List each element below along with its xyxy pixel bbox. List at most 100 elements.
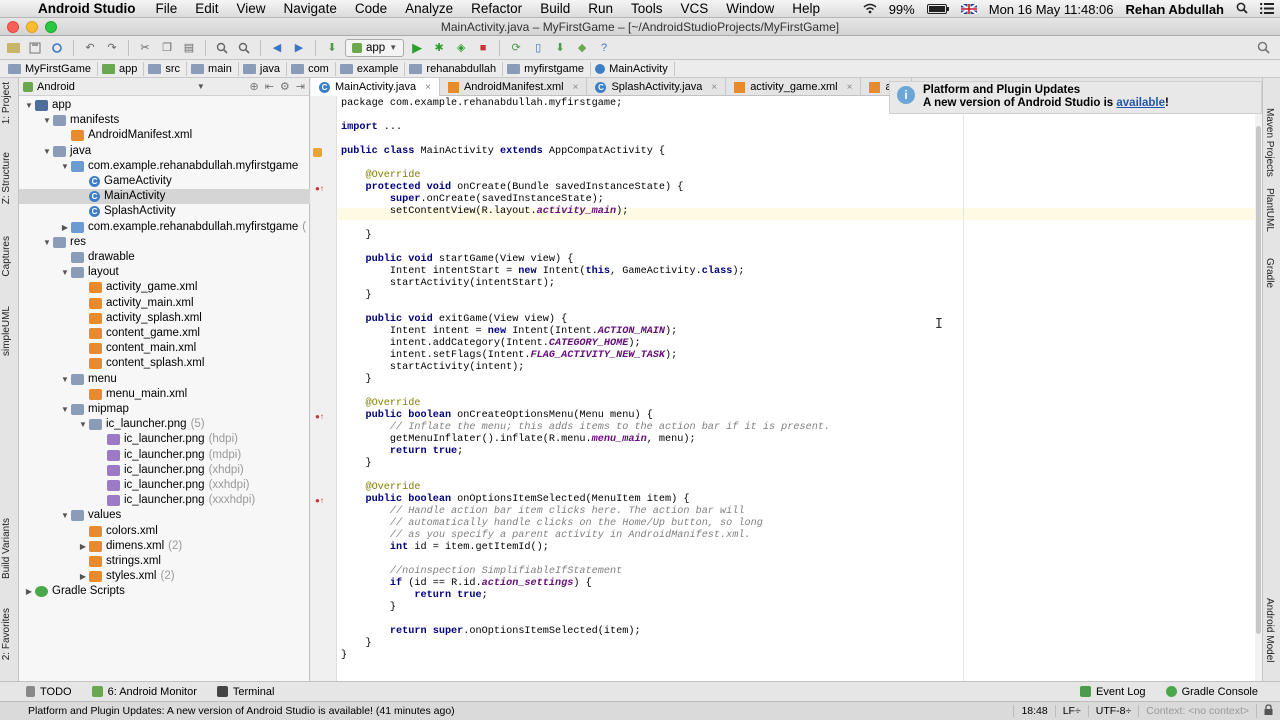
event-log-tool-button[interactable]: Event Log	[1070, 686, 1156, 698]
search-everywhere-icon[interactable]	[1254, 39, 1272, 57]
menu-edit[interactable]: Edit	[187, 1, 228, 16]
available-link[interactable]: available	[1116, 97, 1165, 109]
close-window-button[interactable]	[7, 21, 19, 33]
avd-manager-icon[interactable]: ▯	[529, 39, 547, 57]
open-folder-icon[interactable]	[4, 39, 22, 57]
close-tab-icon[interactable]: ×	[711, 82, 717, 93]
menu-analyze[interactable]: Analyze	[397, 1, 463, 16]
attach-debugger-icon[interactable]: ◈	[452, 39, 470, 57]
collapse-all-icon[interactable]: ⇤	[265, 80, 274, 93]
tree-item[interactable]: ▼ res	[19, 235, 86, 250]
tree-item[interactable]: ic_launcher.png (hdpi)	[19, 432, 238, 447]
forward-icon[interactable]: ▶	[290, 39, 308, 57]
tree-item[interactable]: C MainActivity	[19, 189, 310, 205]
chevron-down-icon[interactable]: ▼	[59, 265, 71, 280]
menu-file[interactable]: File	[147, 1, 187, 16]
tree-item[interactable]: ▶ styles.xml (2)	[19, 569, 175, 584]
menu-refactor[interactable]: Refactor	[463, 1, 532, 16]
chevron-right-icon[interactable]: ▶	[77, 539, 89, 554]
android-monitor-tool-button[interactable]: 6: Android Monitor	[82, 686, 207, 698]
close-tab-icon[interactable]: ×	[847, 82, 853, 93]
menu-run[interactable]: Run	[580, 1, 623, 16]
editor-tab[interactable]: C SplashActivity.java ×	[587, 78, 727, 96]
tool-tab-1-project[interactable]: 1: Project	[1, 82, 12, 124]
tree-item[interactable]: ▼ mipmap	[19, 402, 129, 417]
gear-icon[interactable]: ⚙	[280, 80, 290, 93]
scrollbar-thumb[interactable]	[1256, 126, 1261, 634]
menu-navigate[interactable]: Navigate	[276, 1, 347, 16]
tool-tab-plantuml[interactable]: PlantUML	[1264, 188, 1275, 232]
breadcrumb-item[interactable]: main	[187, 61, 239, 76]
breadcrumb-item[interactable]: rehanabdullah	[405, 61, 504, 76]
paste-icon[interactable]: ▤	[180, 39, 198, 57]
tree-item[interactable]: ic_launcher.png (xxhdpi)	[19, 478, 249, 493]
tree-item[interactable]: ic_launcher.png (mdpi)	[19, 448, 241, 463]
find-icon[interactable]	[213, 39, 231, 57]
tree-item[interactable]: drawable	[19, 250, 135, 265]
hide-panel-icon[interactable]: ⇥	[296, 80, 305, 93]
user-name[interactable]: Rehan Abdullah	[1120, 2, 1230, 17]
lock-icon[interactable]	[1256, 704, 1280, 718]
tool-tab-2-favorites[interactable]: 2: Favorites	[1, 608, 12, 660]
help-icon[interactable]: ?	[595, 39, 613, 57]
project-view-mode[interactable]: Android	[37, 81, 75, 93]
breadcrumb-item[interactable]: example	[336, 61, 406, 76]
app-menu[interactable]: Android Studio	[32, 1, 147, 16]
sync-icon[interactable]	[48, 39, 66, 57]
tool-tab-build-variants[interactable]: Build Variants	[1, 518, 12, 579]
override-gutter-icon[interactable]: ●↑	[315, 184, 324, 193]
chevron-down-icon[interactable]: ▼	[41, 235, 53, 250]
tree-item[interactable]: strings.xml	[19, 554, 161, 569]
editor-tab[interactable]: activity_game.xml ×	[726, 78, 862, 96]
tree-item[interactable]: AndroidManifest.xml	[19, 128, 192, 143]
tree-item[interactable]: activity_main.xml	[19, 296, 194, 311]
menu-tools[interactable]: Tools	[623, 1, 673, 16]
flag-icon[interactable]	[955, 2, 983, 17]
breadcrumb-item[interactable]: MyFirstGame	[4, 61, 98, 76]
chevron-right-icon[interactable]: ▶	[23, 584, 35, 599]
tree-item[interactable]: ▼ app	[19, 98, 71, 113]
tree-item[interactable]: ▼ java	[19, 144, 91, 159]
run-icon[interactable]: ▶	[408, 39, 426, 57]
menu-window[interactable]: Window	[718, 1, 784, 16]
battery-level[interactable]: 99%	[883, 2, 921, 17]
override-gutter-icon[interactable]: ●↑	[315, 496, 324, 505]
undo-icon[interactable]: ↶	[81, 39, 99, 57]
editor-scrollbar[interactable]	[1255, 96, 1262, 681]
chevron-down-icon[interactable]: ▼	[59, 372, 71, 387]
file-encoding[interactable]: UTF-8÷	[1087, 705, 1139, 717]
update-notification[interactable]: i Platform and Plugin Updates A new vers…	[889, 81, 1262, 114]
breadcrumb-item[interactable]: MainActivity	[591, 61, 675, 76]
context-indicator[interactable]: Context: <no context>	[1138, 705, 1256, 717]
tree-item[interactable]: activity_game.xml	[19, 280, 197, 295]
minimize-window-button[interactable]	[26, 21, 38, 33]
tree-item[interactable]: ic_launcher.png (xxxhdpi)	[19, 493, 255, 508]
chevron-down-icon[interactable]: ▼	[41, 144, 53, 159]
debug-icon[interactable]: ✱	[430, 39, 448, 57]
sync-gradle-icon[interactable]: ⟳	[507, 39, 525, 57]
tree-item[interactable]: ▼ manifests	[19, 113, 119, 128]
breadcrumb-item[interactable]: myfirstgame	[503, 61, 592, 76]
tree-item[interactable]: ▶ com.example.rehanabdullah.myfirstgame(	[19, 220, 306, 235]
tree-item[interactable]: ▼ ic_launcher.png (5)	[19, 417, 205, 432]
menu-view[interactable]: View	[229, 1, 276, 16]
chevron-down-icon[interactable]: ▼	[59, 159, 71, 174]
cut-icon[interactable]: ✂	[136, 39, 154, 57]
breadcrumb-item[interactable]: java	[239, 61, 288, 76]
breadcrumb-item[interactable]: app	[98, 61, 145, 76]
tree-item[interactable]: ▶ Gradle Scripts	[19, 584, 125, 599]
override-gutter-icon[interactable]: ●↑	[315, 412, 324, 421]
tool-tab-captures[interactable]: Captures	[1, 236, 12, 277]
editor-tab[interactable]: AndroidManifest.xml ×	[440, 78, 588, 96]
menu-code[interactable]: Code	[347, 1, 397, 16]
copy-icon[interactable]: ❐	[158, 39, 176, 57]
run-config-select[interactable]: app ▼	[345, 38, 405, 57]
notification-center-icon[interactable]	[1254, 2, 1280, 17]
class-gutter-icon[interactable]	[313, 148, 322, 157]
tool-tab-maven-projects[interactable]: Maven Projects	[1264, 108, 1275, 177]
caret-position[interactable]: 18:48	[1013, 705, 1054, 717]
battery-icon[interactable]	[921, 2, 955, 17]
android-monitor-icon[interactable]: ◆	[573, 39, 591, 57]
todo-tool-button[interactable]: TODO	[0, 686, 82, 698]
gradle-console-tool-button[interactable]: Gradle Console	[1156, 686, 1280, 698]
